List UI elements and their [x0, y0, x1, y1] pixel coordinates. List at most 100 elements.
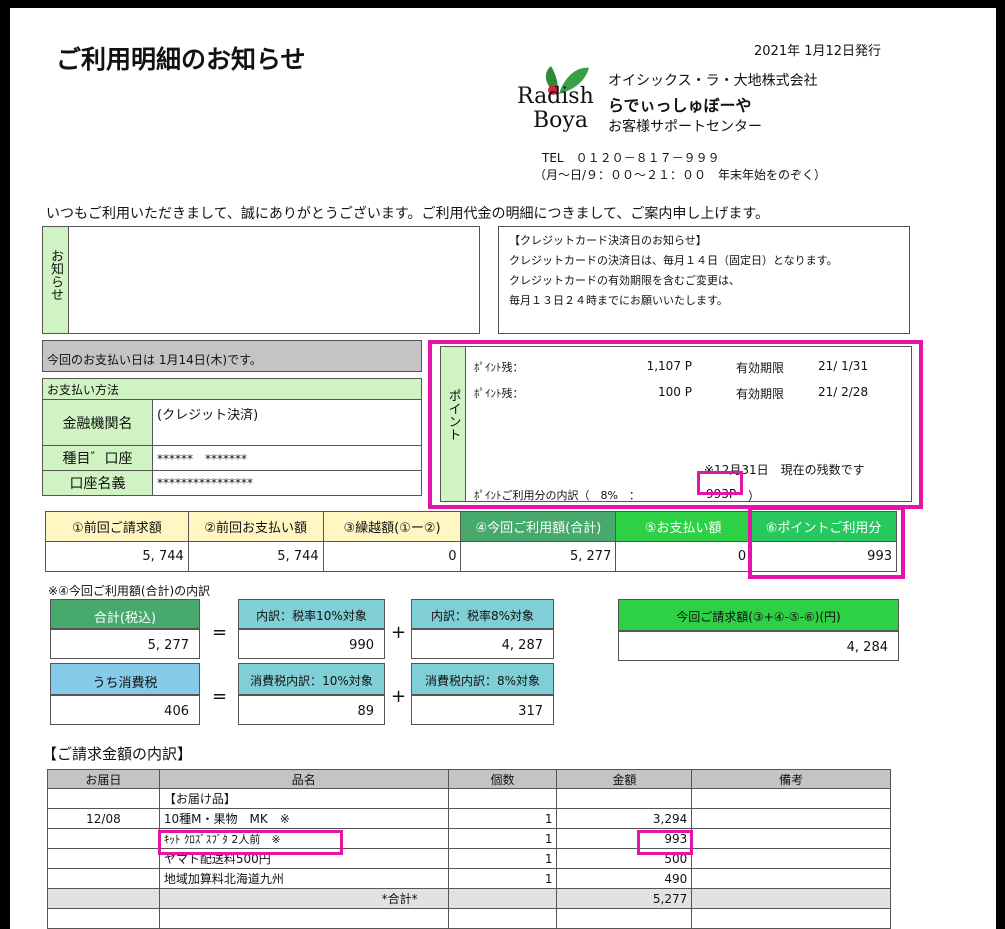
equals-sign-2: = — [212, 686, 228, 707]
tax10-value: 89 — [238, 695, 385, 725]
row-amount — [556, 788, 693, 809]
plus-sign-2: + — [391, 686, 407, 707]
row-date: 12/08 — [47, 808, 160, 829]
payment-method-table: お支払い方法 金融機関名 (クレジット決済) 種目゛口座 ****** ******… — [42, 378, 422, 496]
row-note — [691, 788, 891, 809]
equals-sign-1: = — [212, 622, 228, 643]
summary-value-carryover: 0 — [322, 541, 462, 572]
row-date — [47, 828, 160, 849]
credit-notice-line1: クレジットカードの決済日は、毎月１４日（固定日）となります。 — [509, 254, 838, 267]
summary-header-current-usage: ④今回ご利用額(合計) — [460, 511, 617, 542]
row-qty: 1 — [447, 808, 558, 829]
details-header-note: 備考 — [691, 769, 891, 789]
credit-notice-line2: クレジットカードの有効期限を含むご変更は、 — [509, 274, 740, 287]
details-header-item: 品名 — [158, 769, 449, 789]
row-note — [691, 848, 891, 869]
amount-highlight-frame — [637, 830, 693, 855]
row-note — [691, 888, 891, 909]
support-tel: TEL ０１２０－８１７－９９９ — [542, 151, 720, 165]
table-row — [47, 908, 891, 929]
summary-value-payment: 0 — [615, 541, 752, 572]
account-holder-label: 口座名義 — [42, 470, 153, 496]
details-header-amount: 金額 — [556, 769, 693, 789]
row-amount: 490 — [556, 868, 693, 889]
row-date — [47, 888, 160, 909]
details-title: 【ご請求金額の内訳】 — [42, 745, 193, 763]
points-highlight-frame — [428, 340, 923, 509]
credit-notice-title: 【クレジットカード決済日のお知らせ】 — [509, 234, 707, 247]
item-highlight-frame — [158, 830, 343, 855]
summary-header-previous-paid: ②前回お支払い額 — [187, 511, 324, 542]
points-usage-highlight-frame — [697, 471, 743, 495]
total-value: 5, 277 — [50, 629, 200, 659]
rate8-label: 内訳：税率8%対象 — [411, 599, 554, 629]
summary-header-carryover: ③繰越額(①ー②) — [322, 511, 462, 542]
row-amount: 3,294 — [556, 808, 693, 829]
logo-text-top: Radish — [517, 84, 594, 109]
rate10-label: 内訳：税率10%対象 — [238, 599, 385, 629]
row-qty — [447, 888, 558, 909]
tax8-value: 317 — [411, 695, 554, 725]
row-qty: 1 — [447, 848, 558, 869]
notice-side-label: お知らせ — [42, 226, 69, 334]
rate8-value: 4, 287 — [411, 629, 554, 659]
row-item: *合計* — [158, 888, 449, 909]
payment-day-text: 今回のお支払い日は 1月14日(木)です。 — [47, 353, 262, 367]
account-type-label: 種目゛口座 — [42, 445, 153, 471]
table-row: *合計* 5,277 — [47, 888, 891, 909]
row-date — [47, 848, 160, 869]
row-item: 地域加算料北海道九州 — [158, 868, 449, 889]
tax-value: 406 — [50, 695, 200, 725]
account-type-value: ****** ******* — [152, 445, 422, 471]
row-note — [691, 868, 891, 889]
table-row: 地域加算料北海道九州 1 490 — [47, 868, 891, 889]
tax10-label: 消費税内訳：10%対象 — [238, 663, 385, 695]
page-title: ご利用明細のお知らせ — [56, 45, 306, 74]
brand-name: らでぃっしゅぼーや — [608, 96, 752, 115]
logo-text-bottom: Boya — [533, 108, 588, 133]
billing-label: 今回ご請求額(③+④-⑤-⑥)(円) — [618, 599, 899, 631]
company-name: オイシックス・ラ・大地株式会社 — [608, 73, 818, 89]
breakdown-title: ※④今回ご利用額(合計)の内訳 — [48, 584, 211, 598]
total-label: 合計(税込) — [50, 599, 200, 629]
row-note — [691, 808, 891, 829]
account-holder-value: **************** — [152, 470, 422, 496]
credit-notice-box: 【クレジットカード決済日のお知らせ】 クレジットカードの決済日は、毎月１４日（固… — [498, 226, 910, 334]
tax8-label: 消費税内訳：8%対象 — [411, 663, 554, 695]
credit-notice-line3: 毎月１３日２４時までにお願いいたします。 — [509, 294, 728, 307]
table-row: 【お届け品】 — [47, 788, 891, 809]
greeting-text: いつもご利用いただきまして、誠にありがとうございます。ご利用代金の明細につきまし… — [46, 206, 769, 222]
points-used-highlight-frame — [748, 506, 905, 579]
payment-day-banner: 今回のお支払い日は 1月14日(木)です。 — [42, 340, 422, 372]
row-item: 【お届け品】 — [158, 788, 449, 809]
row-amount: 5,277 — [556, 888, 693, 909]
summary-value-previous-paid: 5, 744 — [187, 541, 324, 572]
details-header-qty: 個数 — [447, 769, 558, 789]
summary-header-previous-billing: ①前回ご請求額 — [45, 511, 189, 542]
rate10-value: 990 — [238, 629, 385, 659]
row-qty — [447, 788, 558, 809]
summary-header-payment: ⑤お支払い額 — [615, 511, 752, 542]
bank-value: (クレジット決済) — [152, 399, 422, 446]
row-date — [47, 868, 160, 889]
row-date — [47, 788, 160, 809]
bank-label: 金融機関名 — [42, 399, 153, 446]
row-note — [691, 828, 891, 849]
statement-page: ご利用明細のお知らせ 2021年 1月12日発行 Radish Boya オイシ… — [10, 8, 996, 929]
tax-label: うち消費税 — [50, 663, 200, 695]
support-hours: （月～日/９：００～２１：００ 年末年始をのぞく） — [534, 168, 827, 182]
support-center: お客様サポートセンター — [608, 119, 762, 135]
table-row: 12/08 10種M・果物 MK ※ 1 3,294 — [47, 808, 891, 829]
notice-content — [68, 226, 480, 334]
details-header-date: お届日 — [47, 769, 160, 789]
notice-side-text: お知らせ — [48, 249, 63, 301]
payment-method-title: お支払い方法 — [42, 378, 422, 400]
summary-value-current-usage: 5, 277 — [460, 541, 617, 572]
row-item: 10種M・果物 MK ※ — [158, 808, 449, 829]
radish-logo: Radish Boya — [517, 58, 607, 138]
issue-date: 2021年 1月12日発行 — [754, 44, 882, 59]
billing-value: 4, 284 — [618, 631, 899, 661]
row-qty: 1 — [447, 828, 558, 849]
summary-value-previous-billing: 5, 744 — [45, 541, 189, 572]
plus-sign-1: + — [391, 622, 407, 643]
